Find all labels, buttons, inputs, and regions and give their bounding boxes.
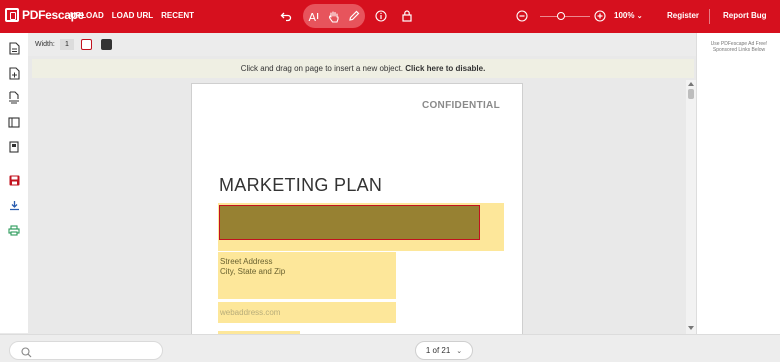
object-toolbar: Width: 1 xyxy=(28,33,696,56)
pdf-page[interactable]: CONFIDENTIAL MARKETING PLAN Street Addre… xyxy=(191,83,523,334)
toolbar-divider xyxy=(709,9,710,24)
scroll-down-arrow-icon[interactable] xyxy=(688,326,694,330)
scroll-up-arrow-icon[interactable] xyxy=(688,82,694,86)
print-icon[interactable] xyxy=(7,223,21,237)
hand-tool-icon[interactable] xyxy=(324,6,344,26)
address-block: Street Address City, State and Zip xyxy=(220,257,285,276)
fill-color-swatch[interactable] xyxy=(101,39,112,50)
notice-text: Click and drag on page to insert a new o… xyxy=(240,64,404,73)
page-flow-icon[interactable] xyxy=(7,90,21,104)
ad-notice[interactable]: Use PDFescape Ad Free! Sponsored Links B… xyxy=(701,41,777,53)
svg-text:A: A xyxy=(308,11,316,23)
address-line-2: City, State and Zip xyxy=(220,266,286,276)
undo-icon[interactable] xyxy=(276,6,296,26)
page-icon[interactable] xyxy=(7,41,21,55)
address-line-1: Street Address xyxy=(220,257,273,266)
zoom-level-dropdown[interactable]: 100% ⌄ xyxy=(614,11,643,20)
zoom-slider-knob[interactable] xyxy=(557,12,565,20)
insert-notice: Click and drag on page to insert a new o… xyxy=(32,59,694,78)
book-icon[interactable] xyxy=(7,140,21,154)
scroll-thumb[interactable] xyxy=(688,89,694,99)
zoom-level-value: 100% xyxy=(614,11,635,20)
save-icon[interactable] xyxy=(7,173,21,187)
chevron-down-icon: ⌄ xyxy=(636,13,643,20)
top-toolbar: PDFescape UPLOAD LOAD URL RECENT A 100% … xyxy=(0,0,780,33)
page-selector[interactable]: 1 of 21 ⌄ xyxy=(415,341,473,360)
width-input[interactable]: 1 xyxy=(60,39,74,50)
load-url-link[interactable]: LOAD URL xyxy=(112,11,153,20)
pdfescape-logo-icon xyxy=(5,8,19,22)
zoom-slider-track[interactable] xyxy=(540,16,590,17)
report-bug-link[interactable]: Report Bug xyxy=(723,11,767,20)
download-icon[interactable] xyxy=(7,198,21,212)
selected-rectangle-object[interactable] xyxy=(219,205,480,240)
ad-panel: Use PDFescape Ad Free! Sponsored Links B… xyxy=(696,33,780,334)
add-page-icon[interactable] xyxy=(7,66,21,80)
bottom-bar: 1 of 21 ⌄ xyxy=(0,334,780,362)
width-label: Width: xyxy=(35,41,55,48)
top-nav: UPLOAD LOAD URL RECENT xyxy=(70,11,194,20)
line-color-swatch[interactable] xyxy=(81,39,92,50)
register-link[interactable]: Register xyxy=(667,11,699,20)
left-sidebar xyxy=(0,33,28,333)
search-icon xyxy=(21,345,32,362)
disable-link[interactable]: Click here to disable. xyxy=(405,64,485,73)
document-viewport[interactable]: CONFIDENTIAL MARKETING PLAN Street Addre… xyxy=(28,80,686,334)
document-title: MARKETING PLAN xyxy=(219,175,383,195)
chevron-down-icon: ⌄ xyxy=(456,347,463,355)
vertical-scrollbar[interactable] xyxy=(686,80,696,334)
upload-link[interactable]: UPLOAD xyxy=(70,11,104,20)
page-indicator: 1 of 21 xyxy=(425,346,451,355)
recent-link[interactable]: RECENT xyxy=(161,11,194,20)
search-input[interactable] xyxy=(9,341,163,360)
panel-icon[interactable] xyxy=(7,115,21,129)
text-tool-icon[interactable]: A xyxy=(304,6,324,26)
zoom-out-icon[interactable] xyxy=(512,6,532,26)
lock-icon[interactable] xyxy=(397,6,417,26)
web-address: webaddress.com xyxy=(220,308,281,317)
confidential-label: CONFIDENTIAL xyxy=(421,100,500,111)
info-icon[interactable] xyxy=(371,6,391,26)
pencil-tool-icon[interactable] xyxy=(344,6,364,26)
zoom-in-icon[interactable] xyxy=(590,6,610,26)
